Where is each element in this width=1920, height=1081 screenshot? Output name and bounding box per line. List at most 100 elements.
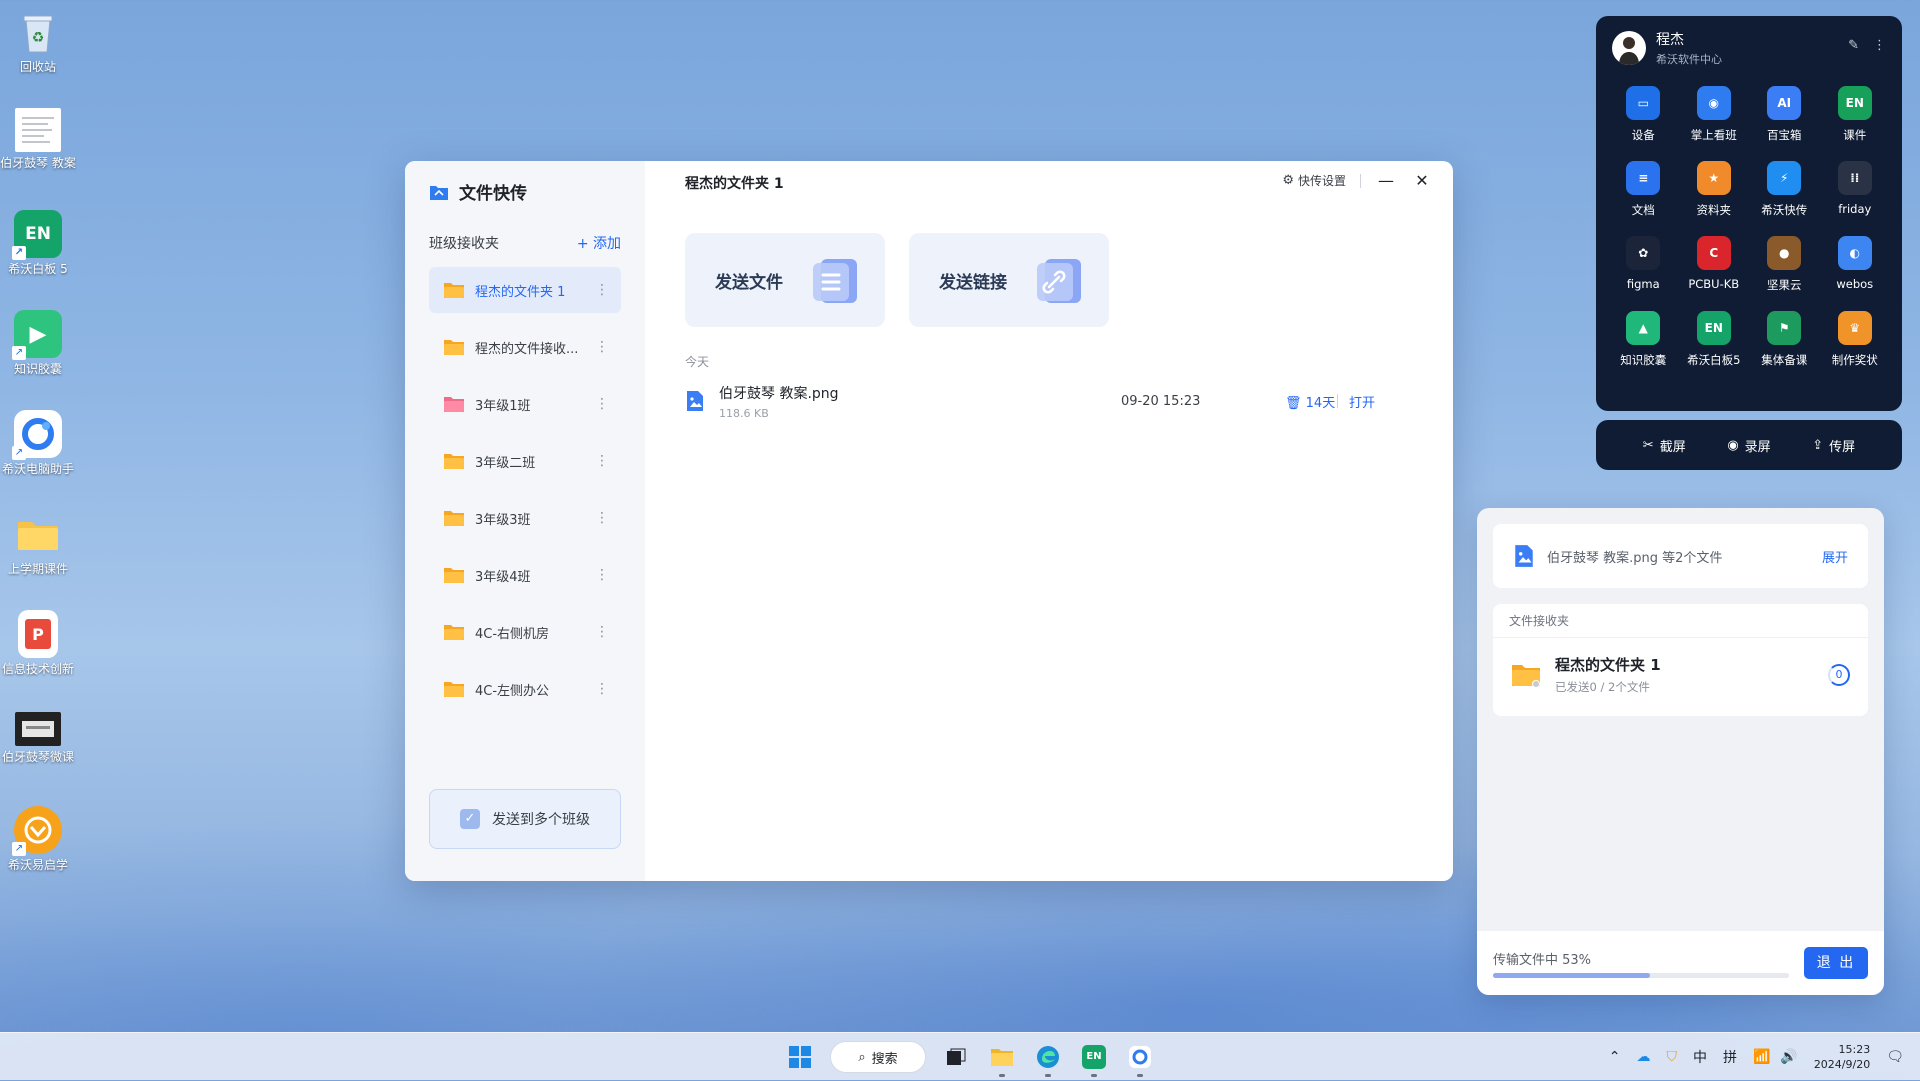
quick-app-课件[interactable]: EN 课件 [1820, 86, 1891, 143]
more-icon[interactable]: ⋮ [595, 396, 609, 412]
sidebar-item-folder[interactable]: 程杰的文件夹 1 ⋮ [429, 267, 621, 313]
task-view-button[interactable] [940, 1041, 972, 1073]
sidebar-item-folder[interactable]: 3年级二班 ⋮ [429, 438, 621, 484]
more-icon[interactable]: ⋮ [595, 567, 609, 583]
quick-app-希沃白板5[interactable]: EN 希沃白板5 [1679, 311, 1750, 368]
close-icon[interactable]: ✕ [1411, 171, 1433, 190]
desktop-icon-knowledge-capsule[interactable]: ▶ ↗ 知识胶囊 [0, 310, 76, 377]
app-label: 文档 [1631, 203, 1655, 217]
shortcut-arrow-icon: ↗ [12, 346, 26, 360]
taskbar-search[interactable]: ⌕ 搜索 [830, 1041, 926, 1073]
pc-assistant-taskbar-button[interactable] [1124, 1041, 1156, 1077]
more-icon[interactable]: ⋮ [595, 624, 609, 640]
more-icon[interactable]: ⋮ [595, 681, 609, 697]
record-icon: ◉ [1727, 437, 1739, 453]
receive-folder-row[interactable]: 程杰的文件夹 1 已发送0 / 2个文件 0 [1493, 638, 1868, 711]
quick-settings-button[interactable]: ⚙ 快传设置 [1282, 172, 1346, 189]
edit-icon[interactable]: ✎ [1848, 38, 1859, 53]
cast-screen-button[interactable]: ⇪ 传屏 [1812, 436, 1855, 455]
desktop-icon-last-semester-folder[interactable]: 上学期课件 [0, 510, 76, 577]
add-folder-button[interactable]: + 添加 [577, 233, 621, 253]
app-grid: ▭ 设备 ◉ 掌上看班 AI 百宝箱 EN 课件 ≡ 文档 ★ 资料夹 ⚡ 希沃快传 ⁞⁞ friday ✿ fi… [1608, 86, 1890, 368]
folder-icon [443, 680, 465, 698]
edge-button[interactable] [1032, 1041, 1064, 1077]
security-icon[interactable]: ⛉ [1666, 1049, 1677, 1065]
retention-button[interactable]: 🗑 14天 [1285, 392, 1335, 411]
screenshot-button[interactable]: ✂ 截屏 [1643, 436, 1686, 455]
app-label: 希沃白板5 [1687, 353, 1741, 367]
quick-app-figma[interactable]: ✿ figma [1608, 236, 1679, 293]
receive-folder-info: 程杰的文件夹 1 已发送0 / 2个文件 [1555, 654, 1661, 695]
quick-app-资料夹[interactable]: ★ 资料夹 [1679, 161, 1750, 218]
quick-app-掌上看班[interactable]: ◉ 掌上看班 [1679, 86, 1750, 143]
quick-app-webos[interactable]: ◐ webos [1820, 236, 1891, 293]
desktop-icon-lesson-plan[interactable]: 伯牙鼓琴 教案 [0, 108, 76, 171]
checkbox-icon: ✓ [460, 809, 480, 829]
more-icon[interactable]: ⋮ [595, 453, 609, 469]
taskbar: ⌕ 搜索 EN ⌃ ☁ ⛉ 中 拼 📶 🔊 15:23 2024/9/20 🗨 [0, 1032, 1920, 1080]
clock[interactable]: 15:23 2024/9/20 [1814, 1042, 1870, 1072]
desktop-icon-label: 信息技术创新 [1, 662, 74, 676]
open-file-link[interactable]: 打开 [1349, 392, 1375, 411]
minimize-icon[interactable]: — [1375, 171, 1397, 190]
quick-app-pcbu-kb[interactable]: C PCBU-KB [1679, 236, 1750, 293]
quick-app-坚果云[interactable]: ● 坚果云 [1749, 236, 1820, 293]
send-to-multiple-classes-button[interactable]: ✓ 发送到多个班级 [429, 789, 621, 849]
trash-icon: 🗑 [1285, 395, 1302, 411]
transfer-status: 传输文件中 53% [1493, 953, 1592, 968]
desktop-icon-seewo-whiteboard[interactable]: EN ↗ 希沃白板 5 [0, 210, 76, 277]
more-icon[interactable]: ⋮ [595, 282, 609, 298]
quick-app-集体备课[interactable]: ⚑ 集体备课 [1749, 311, 1820, 368]
app-icon: EN [1696, 311, 1731, 345]
expand-link[interactable]: 展开 [1822, 547, 1848, 566]
quick-app-制作奖状[interactable]: ♛ 制作奖状 [1820, 311, 1891, 368]
exit-button[interactable]: 退 出 [1804, 947, 1868, 979]
ime-language[interactable]: 中 [1693, 1047, 1707, 1067]
receive-folder-card: 文件接收夹 程杰的文件夹 1 已发送0 / 2个文件 0 [1493, 604, 1868, 716]
notification-icon[interactable]: 🗨 [1886, 1049, 1904, 1065]
onedrive-icon[interactable]: ☁ [1636, 1049, 1650, 1065]
network-volume-group[interactable]: 📶 🔊 [1753, 1049, 1798, 1065]
desktop-icon-it-innovation[interactable]: P 信息技术创新 [0, 610, 76, 677]
sidebar-item-folder[interactable]: 3年级3班 ⋮ [429, 495, 621, 541]
app-label: 百宝箱 [1767, 128, 1802, 142]
desktop-icon-pc-assistant[interactable]: ↗ 希沃电脑助手 [0, 410, 76, 477]
more-icon[interactable]: ⋮ [595, 339, 609, 355]
ime-mode[interactable]: 拼 [1723, 1047, 1737, 1067]
taskbar-apps: ⌕ 搜索 EN [784, 1041, 1156, 1077]
file-row[interactable]: 伯牙鼓琴 教案.png 118.6 KB 09-20 15:23 🗑 14天 打… [685, 379, 1413, 423]
chevron-up-icon[interactable]: ⌃ [1609, 1049, 1621, 1065]
desktop-icon-recycle-bin[interactable]: ♻ 回收站 [0, 8, 76, 75]
app-icon: C [1696, 236, 1731, 270]
file-explorer-button[interactable] [986, 1041, 1018, 1077]
start-button[interactable] [784, 1041, 816, 1073]
sidebar-item-folder[interactable]: 3年级4班 ⋮ [429, 552, 621, 598]
sidebar-item-folder[interactable]: 3年级1班 ⋮ [429, 381, 621, 427]
clock-time: 15:23 [1838, 1043, 1871, 1056]
sidebar-item-folder[interactable]: 程杰的文件接收... ⋮ [429, 324, 621, 370]
quick-app-设备[interactable]: ▭ 设备 [1608, 86, 1679, 143]
app-label: 资料夹 [1696, 203, 1732, 217]
send-link-card[interactable]: 发送链接 [909, 233, 1109, 327]
sidebar-item-folder[interactable]: 4C-右侧机房 ⋮ [429, 609, 621, 655]
sidebar-item-folder[interactable]: 4C-左侧办公 ⋮ [429, 666, 621, 712]
quick-app-知识胶囊[interactable]: ▲ 知识胶囊 [1608, 311, 1679, 368]
more-icon[interactable]: ⋮ [595, 510, 609, 526]
desktop-icon-micro-lesson[interactable]: 伯牙鼓琴微课 [0, 712, 76, 765]
desktop-icon-easy-start[interactable]: ↗ 希沃易启学 [0, 806, 76, 873]
user-name: 程杰 [1656, 32, 1684, 48]
record-screen-button[interactable]: ◉ 录屏 [1727, 436, 1770, 455]
quick-app-文档[interactable]: ≡ 文档 [1608, 161, 1679, 218]
quick-app-希沃快传[interactable]: ⚡ 希沃快传 [1749, 161, 1820, 218]
avatar[interactable] [1612, 31, 1646, 65]
document-thumbnail-icon [15, 108, 61, 152]
folder-icon [1512, 664, 1540, 688]
quick-app-friday[interactable]: ⁞⁞ friday [1820, 161, 1891, 218]
app-label: figma [1626, 277, 1660, 291]
sidebar: 文件快传 班级接收夹 + 添加 程杰的文件夹 1 ⋮ 程杰的文件接收... ⋮ … [405, 161, 645, 881]
running-indicator [999, 1074, 1005, 1077]
send-file-card[interactable]: 发送文件 [685, 233, 885, 327]
more-icon[interactable]: ⋮ [1873, 38, 1886, 53]
quick-app-百宝箱[interactable]: AI 百宝箱 [1749, 86, 1820, 143]
seewo-whiteboard-taskbar-button[interactable]: EN [1078, 1041, 1110, 1077]
